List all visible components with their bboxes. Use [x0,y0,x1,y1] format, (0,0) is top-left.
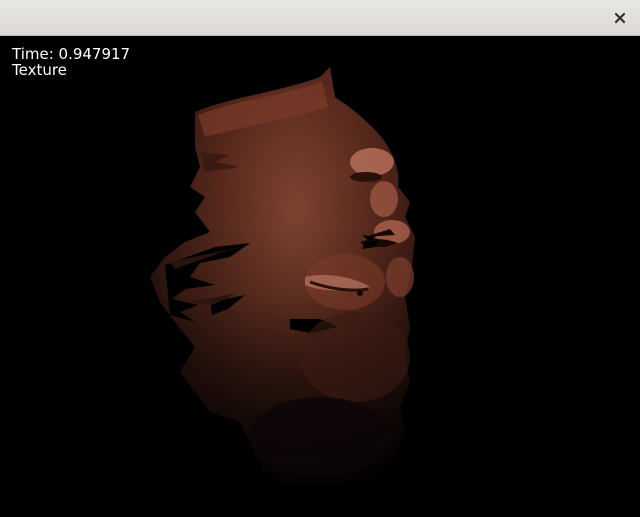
hud-overlay: Time: 0.947917 Texture [12,46,130,78]
face-mesh-render [150,67,415,485]
close-icon [614,12,626,24]
render-viewport[interactable]: Time: 0.947917 Texture [0,37,640,517]
render-mode-label: Texture [12,61,67,79]
time-readout: Time: 0.947917 [12,45,131,63]
app-window: Time: 0.947917 Texture [0,0,640,517]
close-button[interactable] [608,6,632,30]
title-bar[interactable] [0,0,640,36]
